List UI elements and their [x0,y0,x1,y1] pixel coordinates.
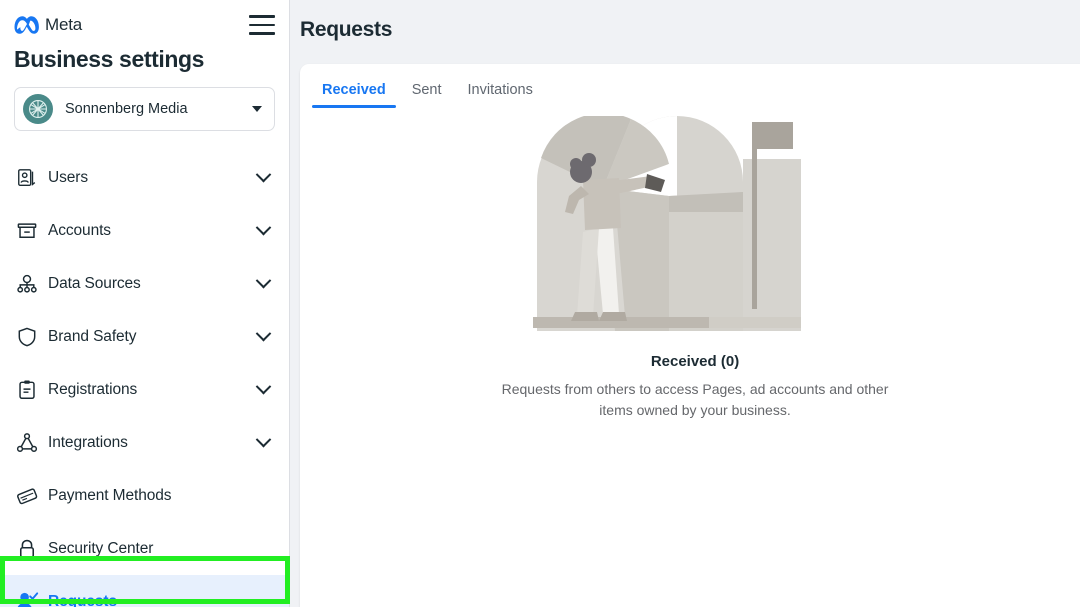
chevron-down-icon[interactable] [255,325,272,342]
chevron-down-icon[interactable] [255,166,272,183]
requests-card: Received Sent Invitations Received (0) R… [300,64,1080,607]
chevron-down-icon[interactable] [255,219,272,236]
business-settings-page: Meta Business settings Sonnenberg Media [0,0,1080,607]
sidebar-item-brand-safety[interactable]: Brand Safety [0,310,289,363]
sidebar-item-requests[interactable]: Requests [0,575,289,607]
caret-down-icon[interactable] [252,106,262,112]
lock-icon [14,536,40,562]
sidebar-item-label: Payment Methods [48,486,172,504]
sidebar-item-label: Integrations [48,433,128,451]
accounts-box-icon [14,218,40,244]
sidebar-item-registrations[interactable]: Registrations [0,363,289,416]
sidebar-item-users[interactable]: Users [0,151,289,204]
sidebar-item-label: Security Center [48,539,154,557]
tab-bar: Received Sent Invitations [300,64,1080,108]
page-title: Requests [300,18,393,41]
sidebar-nav: Users Accounts Data Sources Brand Safety… [0,151,289,607]
credit-card-icon [14,483,40,509]
sidebar-title: Business settings [14,46,205,72]
empty-state: Received (0) Requests from others to acc… [300,116,1080,421]
sidebar-item-label: Requests [48,592,117,607]
integrations-icon [14,430,40,456]
tab-invitations[interactable]: Invitations [458,82,543,108]
sidebar-item-integrations[interactable]: Integrations [0,416,289,469]
globe-avatar-glyph [29,100,47,118]
users-badge-icon [14,165,40,191]
sidebar-item-label: Users [48,168,88,186]
sidebar-item-data-sources[interactable]: Data Sources [0,257,289,310]
sidebar-item-security-center[interactable]: Security Center [0,522,289,575]
meta-logo: Meta [14,15,82,35]
sidebar-item-label: Registrations [48,380,138,398]
clipboard-icon [14,377,40,403]
main-header: Requests [290,0,1080,64]
sidebar-item-label: Accounts [48,221,111,239]
sidebar-item-label: Data Sources [48,274,141,292]
shield-icon [14,324,40,350]
person-check-icon [14,589,40,607]
chevron-down-icon[interactable] [255,431,272,448]
mailbox-person-illustration [533,116,801,331]
empty-state-title: Received (0) [650,353,740,370]
tab-received[interactable]: Received [312,82,396,108]
data-sources-icon [14,271,40,297]
sidebar-item-label: Brand Safety [48,327,137,345]
main-content: Requests Received Sent Invitations Recei… [290,0,1080,607]
sidebar-item-accounts[interactable]: Accounts [0,204,289,257]
meta-infinity-icon [14,16,39,34]
globe-avatar-icon [23,94,53,124]
hamburger-menu-icon[interactable] [249,15,275,35]
sidebar-item-payment-methods[interactable]: Payment Methods [0,469,289,522]
chevron-down-icon[interactable] [255,378,272,395]
person-check-glyph [17,591,39,607]
chevron-down-icon[interactable] [255,272,272,289]
sidebar: Meta Business settings Sonnenberg Media [0,0,290,607]
meta-wordmark: Meta [45,15,82,34]
business-selector[interactable]: Sonnenberg Media [14,87,275,131]
sidebar-topbar: Meta [0,0,289,38]
empty-state-description: Requests from others to access Pages, ad… [501,381,889,418]
business-name: Sonnenberg Media [65,101,188,117]
tab-sent[interactable]: Sent [402,82,452,108]
